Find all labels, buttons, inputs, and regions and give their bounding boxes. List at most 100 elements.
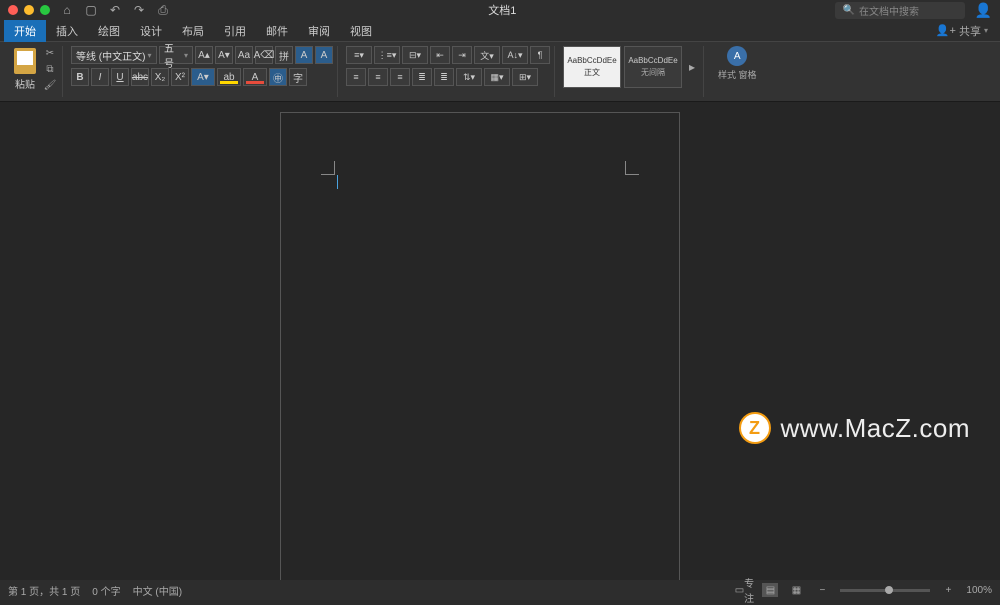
style-normal[interactable]: AaBbCcDdEe 正文 [563, 46, 621, 88]
bullets-button[interactable]: ≡▾ [346, 46, 372, 64]
align-center-button[interactable]: ≡ [368, 68, 388, 86]
ribbon-group-styles-pane: A 样式 窗格 [708, 46, 767, 97]
word-count[interactable]: 0 个字 [92, 583, 120, 598]
window-controls [8, 5, 50, 15]
user-account-icon[interactable]: 👤 [975, 2, 992, 19]
margin-marker-tr [625, 161, 639, 175]
borders-button[interactable]: ⊞▾ [512, 68, 538, 86]
language[interactable]: 中文 (中国) [133, 583, 182, 598]
phonetic-guide-button[interactable]: 拼 [275, 46, 293, 64]
ribbon-group-font: 等线 (中文正文) ▾ 五号 ▾ A▴ A▾ Aa A⌫ 拼 A A B I U [67, 46, 338, 97]
format-painter-button[interactable]: 🖌 [42, 79, 58, 93]
menubar: 开始 插入 绘图 设计 布局 引用 邮件 审阅 视图 👤+ 共享 ▾ [0, 20, 1000, 42]
home-icon[interactable]: ⌂ [60, 3, 74, 17]
line-spacing-button[interactable]: ⇅▾ [456, 68, 482, 86]
ribbon-group-paragraph: ≡▾ ⋮≡▾ ⊟▾ ⇤ ⇥ 文▾ A↓▾ ¶ ≡ ≡ ≡ ≣ ≣ ⇅▾ ▦▾ ⊞… [342, 46, 555, 97]
show-marks-button[interactable]: ¶ [530, 46, 550, 64]
minimize-window-button[interactable] [24, 5, 34, 15]
tab-home[interactable]: 开始 [4, 20, 46, 42]
tab-references[interactable]: 引用 [214, 20, 256, 42]
document-page[interactable] [280, 112, 680, 580]
quick-access-toolbar: ⌂ ▢ ↶ ↷ ⎙ [60, 3, 170, 17]
align-right-button[interactable]: ≡ [390, 68, 410, 86]
web-layout-view-button[interactable]: ▦ [788, 583, 804, 597]
italic-button[interactable]: I [91, 68, 109, 86]
print-icon[interactable]: ⎙ [156, 3, 170, 17]
share-user-icon: 👤+ [936, 24, 956, 37]
sort-button[interactable]: A↓▾ [502, 46, 528, 64]
focus-mode-button[interactable]: ▭ 专注 [736, 583, 752, 597]
share-button[interactable]: 👤+ 共享 ▾ [928, 20, 996, 42]
justify-button[interactable]: ≣ [412, 68, 432, 86]
chevron-down-icon: ▾ [147, 51, 151, 60]
font-color-button[interactable]: A [243, 68, 267, 86]
zoom-level[interactable]: 100% [966, 585, 992, 596]
increase-indent-button[interactable]: ⇥ [452, 46, 472, 64]
font-family-select[interactable]: 等线 (中文正文) ▾ [71, 46, 157, 64]
tab-view[interactable]: 视图 [340, 20, 382, 42]
distributed-button[interactable]: ≣ [434, 68, 454, 86]
close-window-button[interactable] [8, 5, 18, 15]
maximize-window-button[interactable] [40, 5, 50, 15]
zoom-slider[interactable] [840, 589, 930, 592]
search-input[interactable]: 🔍 在文档中搜索 [835, 2, 965, 19]
tab-draw[interactable]: 绘图 [88, 20, 130, 42]
styles-pane-button[interactable]: A 样式 窗格 [712, 46, 763, 81]
page-info[interactable]: 第 1 页，共 1 页 [8, 583, 80, 598]
statusbar: 第 1 页，共 1 页 0 个字 中文 (中国) ▭ 专注 ▤ ▦ − + 10… [0, 580, 1000, 600]
tab-mailings[interactable]: 邮件 [256, 20, 298, 42]
styles-more-button[interactable]: ▸ [685, 60, 699, 74]
chevron-down-icon: ▾ [184, 51, 188, 60]
shrink-font-button[interactable]: A▾ [215, 46, 233, 64]
style-no-spacing[interactable]: AaBbCcDdEe 无间隔 [624, 46, 682, 88]
bold-button[interactable]: B [71, 68, 89, 86]
document-area[interactable]: Z www.MacZ.com [0, 102, 1000, 580]
ribbon: 粘贴 ✂ ⧉ 🖌 等线 (中文正文) ▾ 五号 ▾ A▴ A▾ [0, 42, 1000, 102]
search-placeholder: 在文档中搜索 [859, 3, 919, 18]
underline-button[interactable]: U [111, 68, 129, 86]
clear-formatting-button[interactable]: A⌫ [255, 46, 273, 64]
numbering-button[interactable]: ⋮≡▾ [374, 46, 400, 64]
redo-icon[interactable]: ↷ [132, 3, 146, 17]
text-direction-button[interactable]: 文▾ [474, 46, 500, 64]
strikethrough-button[interactable]: abc [131, 68, 149, 86]
cut-button[interactable]: ✂ [42, 47, 58, 61]
highlight-button[interactable]: ab [217, 68, 241, 86]
tab-design[interactable]: 设计 [130, 20, 172, 42]
zoom-thumb[interactable] [885, 586, 893, 594]
font-size-select[interactable]: 五号 ▾ [159, 46, 193, 64]
save-icon[interactable]: ▢ [84, 3, 98, 17]
character-shading-2-button[interactable]: 字 [289, 68, 307, 86]
ribbon-group-styles: AaBbCcDdEe 正文 AaBbCcDdEe 无间隔 ▸ [559, 46, 704, 97]
search-icon: 🔍 [843, 5, 855, 16]
paste-button[interactable]: 粘贴 [10, 46, 40, 93]
shading-button[interactable]: ▦▾ [484, 68, 510, 86]
undo-icon[interactable]: ↶ [108, 3, 122, 17]
tab-layout[interactable]: 布局 [172, 20, 214, 42]
margin-marker-tl [321, 161, 335, 175]
styles-pane-icon: A [727, 46, 747, 66]
superscript-button[interactable]: X² [171, 68, 189, 86]
multilevel-list-button[interactable]: ⊟▾ [402, 46, 428, 64]
align-left-button[interactable]: ≡ [346, 68, 366, 86]
copy-button[interactable]: ⧉ [42, 63, 58, 77]
tab-review[interactable]: 审阅 [298, 20, 340, 42]
tab-insert[interactable]: 插入 [46, 20, 88, 42]
watermark-badge: Z [739, 412, 771, 444]
ribbon-group-clipboard: 粘贴 ✂ ⧉ 🖌 [6, 46, 63, 97]
character-shading-button[interactable]: A [315, 46, 333, 64]
text-cursor [337, 175, 338, 189]
titlebar: ⌂ ▢ ↶ ↷ ⎙ 文档1 🔍 在文档中搜索 👤 [0, 0, 1000, 20]
zoom-out-button[interactable]: − [814, 583, 830, 597]
character-border-button[interactable]: A [295, 46, 313, 64]
watermark-text: www.MacZ.com [781, 413, 970, 444]
zoom-in-button[interactable]: + [940, 583, 956, 597]
subscript-button[interactable]: X₂ [151, 68, 169, 86]
clipboard-icon [14, 48, 36, 74]
grow-font-button[interactable]: A▴ [195, 46, 213, 64]
enclose-characters-button[interactable]: ㊥ [269, 68, 287, 86]
change-case-button[interactable]: Aa [235, 46, 253, 64]
print-layout-view-button[interactable]: ▤ [762, 583, 778, 597]
text-effects-button[interactable]: A▾ [191, 68, 215, 86]
decrease-indent-button[interactable]: ⇤ [430, 46, 450, 64]
